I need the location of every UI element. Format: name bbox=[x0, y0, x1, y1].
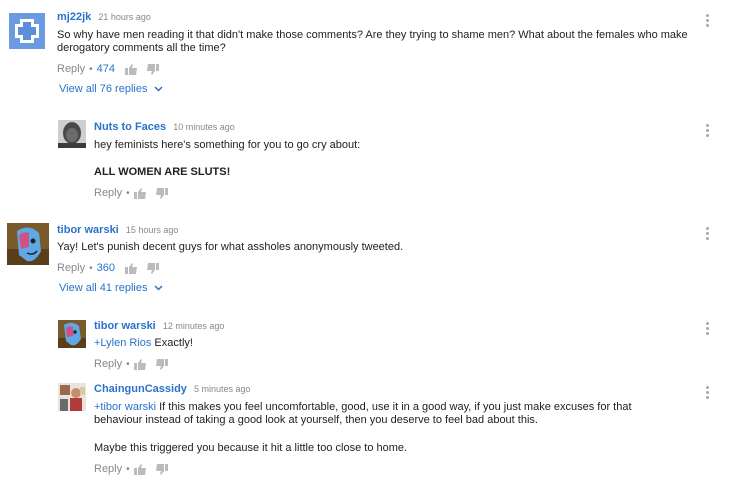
comment-menu-button[interactable] bbox=[706, 386, 710, 399]
separator-dot: • bbox=[89, 63, 93, 75]
comment-header: Nuts to Faces 10 minutes ago bbox=[94, 121, 235, 133]
comment-text: Yay! Let's punish decent guys for what a… bbox=[57, 241, 404, 253]
chevron-down-icon bbox=[154, 285, 163, 291]
comment-text: +Lylen Rios Exactly! bbox=[94, 337, 694, 350]
separator-dot: • bbox=[126, 358, 130, 370]
avatar-face-icon bbox=[58, 320, 86, 348]
comment-header: mj22jk 21 hours ago bbox=[57, 11, 151, 23]
view-all-label: View all 41 replies bbox=[59, 282, 148, 294]
comment-text: hey feminists here's something for you t… bbox=[94, 139, 361, 151]
avatar-nuts-to-faces[interactable] bbox=[58, 120, 86, 148]
view-all-replies-link[interactable]: View all 41 replies bbox=[59, 282, 163, 294]
comment-text-bold: ALL WOMEN ARE SLUTS! bbox=[94, 166, 694, 179]
timestamp[interactable]: 15 hours ago bbox=[126, 225, 179, 235]
reply-button[interactable]: Reply bbox=[57, 262, 85, 274]
avatar-photo-icon bbox=[58, 383, 86, 411]
bold-text: ALL WOMEN ARE SLUTS! bbox=[94, 166, 231, 178]
author-name[interactable]: Nuts to Faces bbox=[94, 121, 166, 133]
timestamp[interactable]: 12 minutes ago bbox=[163, 321, 225, 331]
thumbs-down-icon[interactable] bbox=[155, 463, 168, 475]
thumbs-up-icon[interactable] bbox=[133, 358, 146, 370]
avatar-chaingun-cassidy[interactable] bbox=[58, 383, 86, 411]
author-name[interactable]: tibor warski bbox=[57, 224, 119, 236]
thumbs-down-icon[interactable] bbox=[155, 187, 168, 199]
reply-button[interactable]: Reply bbox=[94, 358, 122, 370]
mention-link[interactable]: +Lylen Rios bbox=[94, 337, 151, 349]
like-count: 474 bbox=[96, 63, 115, 75]
comment-text-paragraph-2: Maybe this triggered you because it hit … bbox=[94, 442, 408, 454]
timestamp[interactable]: 21 hours ago bbox=[98, 12, 151, 22]
reply-button[interactable]: Reply bbox=[57, 63, 85, 75]
separator-dot: • bbox=[126, 463, 130, 475]
reply-button[interactable]: Reply bbox=[94, 187, 122, 199]
comment-text: So why have men reading it that didn't m… bbox=[57, 29, 688, 54]
comment-actions: Reply • bbox=[94, 358, 178, 370]
comment-menu-button[interactable] bbox=[706, 322, 710, 335]
comment-header: tibor warski 12 minutes ago bbox=[94, 320, 224, 332]
author-name[interactable]: mj22jk bbox=[57, 11, 91, 23]
thumbs-down-icon[interactable] bbox=[147, 262, 159, 274]
avatar-tibor-warski[interactable] bbox=[58, 320, 86, 348]
timestamp[interactable]: 5 minutes ago bbox=[194, 384, 251, 394]
avatar-tibor-warski[interactable] bbox=[7, 223, 49, 265]
avatar-face-icon bbox=[7, 223, 49, 265]
thumbs-down-icon[interactable] bbox=[155, 358, 168, 370]
comment-header: tibor warski 15 hours ago bbox=[57, 224, 178, 236]
comment-menu-button[interactable] bbox=[706, 124, 710, 137]
comment-actions: Reply • 474 bbox=[57, 63, 169, 75]
thumbs-up-icon[interactable] bbox=[133, 463, 146, 475]
comment-actions: Reply • 360 bbox=[57, 262, 169, 274]
comment-header: ChaingunCassidy 5 minutes ago bbox=[94, 383, 251, 395]
comment-actions: Reply • bbox=[94, 187, 178, 199]
separator-dot: • bbox=[126, 187, 130, 199]
author-name[interactable]: tibor warski bbox=[94, 320, 156, 332]
view-all-replies-link[interactable]: View all 76 replies bbox=[59, 83, 163, 95]
reply-button[interactable]: Reply bbox=[94, 463, 122, 475]
thumbs-up-icon[interactable] bbox=[125, 262, 137, 274]
avatar-mj22jk[interactable] bbox=[9, 13, 45, 49]
avatar-face-icon bbox=[58, 120, 86, 148]
comment-menu-button[interactable] bbox=[706, 227, 710, 240]
author-name[interactable]: ChaingunCassidy bbox=[94, 383, 187, 395]
comment-text: +tibor warski If this makes you feel unc… bbox=[94, 401, 679, 427]
thumbs-up-icon[interactable] bbox=[125, 63, 137, 75]
chevron-down-icon bbox=[154, 86, 163, 92]
comment-body: Exactly! bbox=[151, 337, 193, 349]
timestamp[interactable]: 10 minutes ago bbox=[173, 122, 235, 132]
view-all-label: View all 76 replies bbox=[59, 83, 148, 95]
separator-dot: • bbox=[89, 262, 93, 274]
thumbs-up-icon[interactable] bbox=[133, 187, 146, 199]
avatar-pattern-icon bbox=[9, 13, 45, 49]
like-count: 360 bbox=[96, 262, 115, 274]
thumbs-down-icon[interactable] bbox=[147, 63, 159, 75]
comment-menu-button[interactable] bbox=[706, 14, 710, 27]
mention-link[interactable]: +tibor warski bbox=[94, 401, 156, 413]
comment-actions: Reply • bbox=[94, 463, 178, 475]
comment-body: If this makes you feel uncomfortable, go… bbox=[94, 401, 632, 426]
